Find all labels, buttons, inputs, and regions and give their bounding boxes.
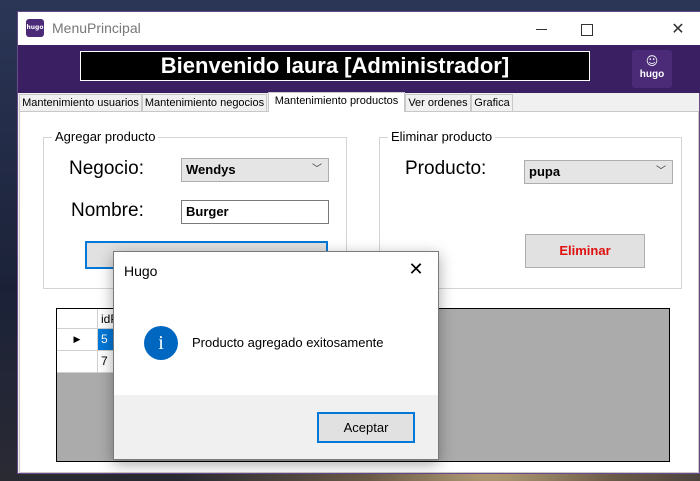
maximize-icon [581,23,593,36]
negocio-label: Negocio: [69,158,144,179]
dialog-close-button[interactable]: ✕ [406,259,426,280]
nombre-input[interactable]: Burger [181,200,329,224]
aceptar-button[interactable]: Aceptar [317,412,415,443]
grid-corner [57,309,98,329]
close-icon: ✕ [671,19,685,38]
message-dialog: Hugo ✕ i Producto agregado exitosamente … [113,251,439,460]
brand-logo: ☺ hugo [632,50,672,88]
tab-mantenimiento-productos[interactable]: Mantenimiento productos [268,92,405,112]
producto-select[interactable]: pupa ﹀ [524,160,673,184]
negocio-value: Wendys [186,162,236,177]
chevron-down-icon: ﹀ [656,166,666,177]
header-bar: Bienvenido laura [Administrador] ☺ hugo [18,45,700,93]
delete-product-legend: Eliminar producto [388,129,496,144]
producto-value: pupa [529,164,561,179]
tab-mantenimiento-negocios[interactable]: Mantenimiento negocios [142,94,267,111]
nombre-label: Nombre: [71,200,144,221]
ghost-icon: ☺ [645,54,659,68]
minimize-icon [535,29,547,30]
info-icon: i [144,326,178,360]
maximize-button[interactable] [564,12,610,45]
row-header-current[interactable]: ▶ [57,329,98,351]
producto-label: Producto: [405,158,487,179]
dialog-message: Producto agregado exitosamente [192,335,384,350]
welcome-banner: Bienvenido laura [Administrador] [80,51,590,81]
minimize-button[interactable] [518,12,564,45]
eliminar-button[interactable]: Eliminar [525,234,645,268]
title-bar[interactable]: hugo MenuPrincipal ✕ [18,12,700,45]
add-product-legend: Agregar producto [52,129,159,144]
window-title: MenuPrincipal [52,20,141,36]
app-icon: hugo [26,19,44,37]
tab-ver-ordenes[interactable]: Ver ordenes [405,94,471,111]
tab-grafica[interactable]: Grafica [471,94,513,111]
dialog-title: Hugo [124,263,158,279]
row-header[interactable] [57,351,98,373]
close-icon: ✕ [408,259,424,280]
dialog-footer: Aceptar [114,395,438,459]
negocio-select[interactable]: Wendys ﹀ [181,158,329,182]
logo-text: hugo [639,69,665,80]
chevron-down-icon: ﹀ [312,164,322,175]
close-button[interactable]: ✕ [655,12,700,45]
tab-mantenimiento-usuarios[interactable]: Mantenimiento usuarios [19,94,142,111]
